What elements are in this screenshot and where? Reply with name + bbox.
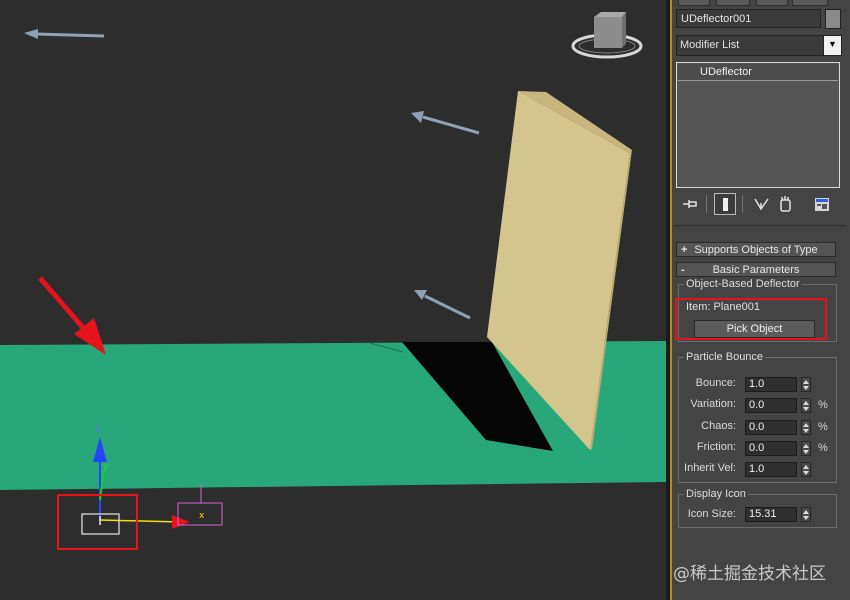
friction-spinner[interactable] [801, 441, 811, 456]
perspective-viewport[interactable]: z y x [0, 0, 666, 600]
group-title: Object-Based Deflector [684, 278, 802, 290]
viewcube[interactable] [571, 12, 643, 59]
chaos-input[interactable]: 0.0 [745, 420, 797, 435]
command-panel: UDeflector001 Modifier List ▼ UDeflector… [672, 0, 850, 600]
chaos-spinner[interactable] [801, 420, 811, 435]
bounce-label: Bounce: [695, 377, 736, 389]
group-title: Particle Bounce [684, 351, 766, 363]
icon-size-label: Icon Size: [687, 508, 736, 520]
show-end-result-icon [723, 198, 728, 211]
variation-spinner[interactable] [801, 398, 811, 413]
trash-icon [780, 196, 791, 212]
modifier-list-label: Modifier List [680, 39, 740, 51]
friction-unit: % [818, 442, 828, 454]
y-axis-label: y [103, 462, 109, 472]
variation-input[interactable]: 0.0 [745, 398, 797, 413]
panel-tab-hierarchy[interactable] [756, 0, 788, 6]
chaos-unit: % [818, 421, 828, 433]
x-axis-label: x [199, 511, 205, 521]
variation-label: Variation: [690, 398, 736, 410]
item-label: Item: Plane001 [686, 301, 760, 313]
bounce-spinner[interactable] [801, 377, 811, 392]
friction-input[interactable]: 0.0 [745, 441, 797, 456]
stack-item-label: UDeflector [700, 66, 752, 78]
friction-label: Friction: [696, 441, 736, 453]
icon-highlight-box [57, 494, 138, 550]
rollout-basic-parameters[interactable]: - Basic Parameters [676, 262, 836, 277]
particle-arrow [414, 290, 471, 320]
pick-object-button[interactable]: Pick Object [694, 320, 815, 338]
modifier-stack[interactable]: UDeflector [676, 62, 840, 188]
inherit-vel-spinner[interactable] [801, 462, 811, 477]
bounce-input[interactable]: 1.0 [745, 377, 797, 392]
configure-modifier-sets-button[interactable] [811, 193, 833, 215]
chaos-label: Chaos: [701, 420, 736, 432]
annotation-arrow [38, 276, 106, 355]
rollout-title-text: Basic Parameters [712, 264, 800, 276]
group-title: Display Icon [684, 488, 748, 500]
modifier-list-arrow[interactable]: ▼ [823, 36, 841, 55]
object-name-field[interactable]: UDeflector001 [676, 9, 821, 28]
modifier-list-dropdown[interactable]: Modifier List ▼ [676, 35, 842, 56]
watermark: @稀土掘金技术社区 [673, 564, 826, 584]
panel-tab-create[interactable] [678, 0, 710, 6]
stack-toolbar [672, 193, 850, 217]
pin-stack-button[interactable] [679, 193, 701, 215]
make-unique-button[interactable] [751, 193, 773, 215]
particle-arrow [411, 111, 480, 135]
configure-sets-icon [815, 198, 829, 211]
rollout-title-text: Supports Objects of Type [694, 244, 818, 256]
pin-icon [683, 200, 697, 208]
inherit-vel-input[interactable]: 1.0 [745, 462, 797, 477]
remove-modifier-button[interactable] [775, 193, 797, 215]
icon-size-spinner[interactable] [801, 507, 811, 522]
inherit-vel-label: Inherit Vel: [684, 462, 736, 474]
z-axis-label: z [96, 424, 101, 434]
panel-tab-modify[interactable] [716, 0, 750, 6]
variation-unit: % [818, 399, 828, 411]
icon-size-input[interactable]: 15.31 [745, 507, 797, 522]
chevron-down-icon: ▼ [828, 39, 837, 49]
show-end-result-button[interactable] [714, 193, 736, 215]
make-unique-icon [754, 198, 769, 211]
panel-tab-motion[interactable] [792, 0, 828, 6]
stack-item-udeflector[interactable]: UDeflector [678, 64, 838, 81]
particle-arrow [24, 29, 105, 39]
object-color-swatch[interactable] [825, 9, 841, 29]
rollout-supports-objects[interactable]: + Supports Objects of Type [676, 242, 836, 257]
